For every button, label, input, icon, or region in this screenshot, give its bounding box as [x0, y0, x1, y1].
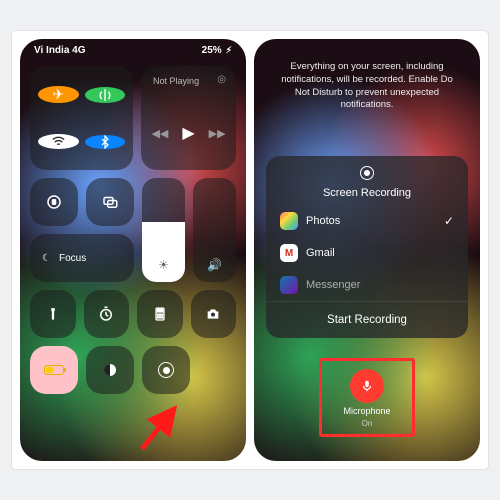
status-bar: Vi India 4G 25% ⚡︎	[20, 39, 246, 56]
dark-mode-toggle[interactable]	[86, 346, 134, 394]
low-power-mode-toggle[interactable]	[30, 346, 78, 394]
option-label: Messenger	[306, 279, 360, 291]
wifi-toggle[interactable]	[38, 134, 79, 149]
checkmark-icon: ✓	[444, 214, 454, 228]
battery-icon	[44, 365, 64, 375]
volume-slider[interactable]: 🔊	[193, 178, 236, 282]
brightness-icon: ☀︎	[142, 258, 185, 272]
microphone-label: Microphone	[343, 406, 390, 416]
cellular-data-toggle[interactable]	[85, 87, 126, 103]
microphone-state: On	[362, 419, 373, 428]
destination-option-messenger[interactable]: Messenger	[266, 269, 468, 301]
focus-label: Focus	[59, 253, 86, 264]
screen-recording-sheet-screen: Everything on your screen, including not…	[254, 39, 480, 461]
play-icon[interactable]: ▶	[182, 123, 194, 143]
sheet-title: Screen Recording	[323, 187, 411, 199]
start-recording-button[interactable]: Start Recording	[266, 301, 468, 338]
recording-disclaimer: Everything on your screen, including not…	[254, 39, 480, 112]
brightness-slider[interactable]: ☀︎	[142, 178, 185, 282]
calculator-button[interactable]	[137, 290, 183, 338]
annotation-highlight-box: Microphone On	[319, 358, 415, 437]
screen-record-button[interactable]	[142, 346, 190, 394]
camera-button[interactable]	[191, 290, 237, 338]
moon-icon: ☾	[42, 253, 51, 264]
battery-percent: 25%	[202, 45, 222, 56]
option-label: Photos	[306, 215, 340, 227]
gmail-app-icon: M	[280, 244, 298, 262]
flashlight-button[interactable]	[30, 290, 76, 338]
destination-option-photos[interactable]: Photos ✓	[266, 205, 468, 237]
airplane-mode-toggle[interactable]: ✈︎	[38, 86, 79, 103]
control-center-screen: Vi India 4G 25% ⚡︎ ✈︎	[20, 39, 246, 461]
microphone-toggle[interactable]	[350, 369, 384, 403]
bluetooth-toggle[interactable]	[85, 135, 126, 149]
screen-mirroring-button[interactable]	[86, 178, 134, 226]
record-icon	[360, 166, 374, 180]
screen-recording-sheet: Screen Recording Photos ✓ M Gmail Messen…	[266, 156, 468, 338]
messenger-app-icon	[280, 276, 298, 294]
annotation-arrow	[136, 399, 186, 455]
carrier-label: Vi India 4G	[34, 45, 86, 56]
focus-button[interactable]: ☾ Focus	[30, 234, 134, 282]
charging-icon: ⚡︎	[226, 45, 232, 56]
airplay-icon[interactable]: ◎	[217, 74, 226, 85]
media-tile[interactable]: ◎ Not Playing ◀◀ ▶ ▶▶	[141, 66, 236, 170]
record-icon	[163, 367, 170, 374]
prev-track-icon[interactable]: ◀◀	[151, 127, 168, 140]
timer-button[interactable]	[84, 290, 130, 338]
connectivity-group: ✈︎	[30, 66, 133, 170]
option-label: Gmail	[306, 247, 335, 259]
destination-option-gmail[interactable]: M Gmail	[266, 237, 468, 269]
photos-app-icon	[280, 212, 298, 230]
next-track-icon[interactable]: ▶▶	[209, 127, 226, 140]
rotation-lock-toggle[interactable]	[30, 178, 78, 226]
volume-icon: 🔊	[193, 258, 236, 272]
